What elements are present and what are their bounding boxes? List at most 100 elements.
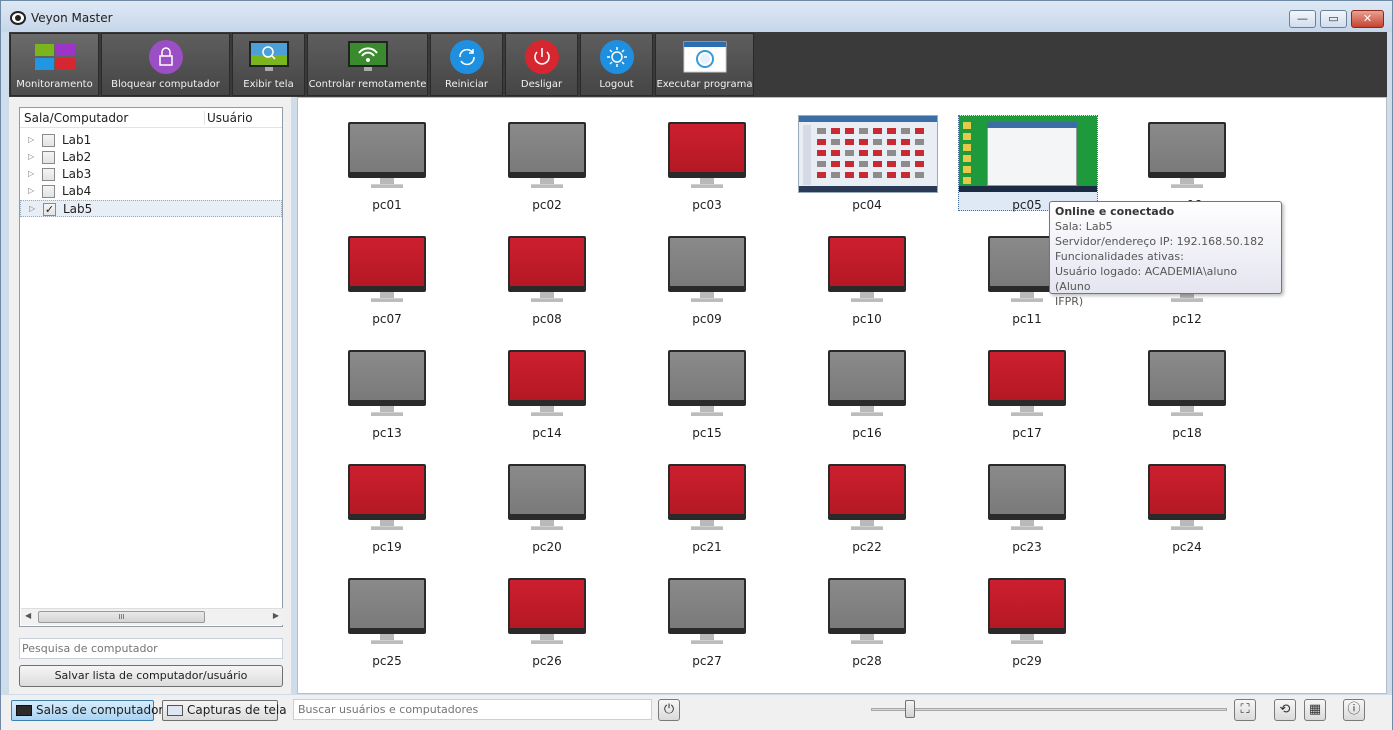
computer-name-label: pc28	[778, 654, 956, 668]
run-program-button[interactable]: Executar programa	[655, 33, 754, 96]
power-on-filter-icon[interactable]: ⏻	[658, 699, 680, 721]
monitor-base	[1011, 412, 1043, 416]
scroll-right-icon[interactable]: ▶	[273, 611, 279, 620]
toolbar-label: Desligar	[506, 79, 577, 90]
computer-tile-pc25[interactable]: pc25	[298, 554, 476, 668]
computer-tile-pc27[interactable]: pc27	[618, 554, 796, 668]
computer-tooltip: Online e conectado Sala: Lab5 Servidor/e…	[1049, 201, 1282, 294]
logout-button[interactable]: Logout	[580, 33, 653, 96]
demo-screen-icon	[248, 40, 290, 74]
title-bar: Veyon Master — ▭ ✕	[1, 1, 1392, 32]
room-checkbox[interactable]	[42, 151, 55, 164]
computer-tile-pc24[interactable]: pc24	[1098, 440, 1276, 554]
monitor-screen	[990, 580, 1064, 628]
monitor-screen	[510, 352, 584, 400]
room-label: Lab2	[62, 150, 91, 164]
scroll-left-icon[interactable]: ◀	[25, 611, 31, 620]
computer-tile-pc15[interactable]: pc15	[618, 326, 796, 440]
computer-tile-pc04[interactable]: pc04	[778, 98, 956, 212]
camera-icon	[167, 705, 183, 716]
offline-monitor-icon	[1148, 122, 1226, 178]
computer-name-label: pc19	[298, 540, 476, 554]
computer-tile-pc28[interactable]: pc28	[778, 554, 956, 668]
computer-tile-pc10[interactable]: pc10	[778, 212, 956, 326]
computer-tile-pc26[interactable]: pc26	[458, 554, 636, 668]
expand-arrow-icon[interactable]: ▷	[28, 135, 34, 144]
monitoring-icon	[33, 42, 77, 72]
computer-tile-pc22[interactable]: pc22	[778, 440, 956, 554]
computer-tile-pc01[interactable]: pc01	[298, 98, 476, 212]
expand-arrow-icon[interactable]: ▷	[29, 204, 35, 213]
computer-tile-pc18[interactable]: pc18	[1098, 326, 1276, 440]
zoom-slider[interactable]	[871, 708, 1227, 711]
user-computer-search-input[interactable]	[293, 699, 652, 720]
about-icon[interactable]: ⓘ	[1343, 699, 1365, 721]
grid-layout-icon[interactable]: ▦	[1304, 699, 1326, 721]
offline-monitor-icon	[828, 578, 906, 634]
expand-arrow-icon[interactable]: ▷	[28, 152, 34, 161]
computer-tile-pc02[interactable]: pc02	[458, 98, 636, 212]
computer-tile-pc14[interactable]: pc14	[458, 326, 636, 440]
computer-tile-pc23[interactable]: pc23	[938, 440, 1116, 554]
column-user-header[interactable]: Usuário	[204, 111, 253, 125]
lock-computer-button[interactable]: Bloquear computador	[101, 33, 230, 96]
expand-arrow-icon[interactable]: ▷	[28, 186, 34, 195]
demo-button[interactable]: Exibir tela	[232, 33, 305, 96]
power-off-button[interactable]: Desligar	[505, 33, 578, 96]
locked-monitor-icon	[508, 578, 586, 634]
expand-arrow-icon[interactable]: ▷	[28, 169, 34, 178]
computer-name-label: pc11	[938, 312, 1116, 326]
status-bar: Salas de computador Capturas de tela ⏻ ⛶…	[1, 695, 1392, 730]
minimize-button[interactable]: —	[1289, 10, 1316, 28]
room-checkbox[interactable]: ✓	[43, 203, 56, 216]
column-room-header[interactable]: Sala/Computador	[24, 111, 128, 125]
room-checkbox[interactable]	[42, 168, 55, 181]
auto-adjust-icon[interactable]: ⟲	[1274, 699, 1296, 721]
tree-item-lab5[interactable]: ▷ ✓ Lab5	[20, 200, 282, 217]
monitor-base	[851, 526, 883, 530]
computer-name-label: pc20	[458, 540, 636, 554]
locked-monitor-icon	[508, 236, 586, 292]
tree-item-lab4[interactable]: ▷ Lab4	[20, 183, 282, 200]
tree-item-lab1[interactable]: ▷ Lab1	[20, 132, 282, 149]
tree-item-lab2[interactable]: ▷ Lab2	[20, 149, 282, 166]
room-checkbox[interactable]	[42, 134, 55, 147]
close-button[interactable]: ✕	[1351, 10, 1384, 28]
tooltip-line: IFPR)	[1055, 294, 1276, 309]
rooms-panel-toggle[interactable]: Salas de computador	[11, 700, 154, 721]
screenshots-panel-toggle[interactable]: Capturas de tela	[162, 700, 278, 721]
remote-control-button[interactable]: Controlar remotamente	[307, 33, 428, 96]
computer-tile-pc17[interactable]: pc17	[938, 326, 1116, 440]
tree-item-lab3[interactable]: ▷ Lab3	[20, 166, 282, 183]
computer-tile-pc21[interactable]: pc21	[618, 440, 796, 554]
zoom-slider-handle[interactable]	[905, 700, 915, 718]
scroll-thumb[interactable]: III	[38, 611, 205, 623]
computer-tile-pc19[interactable]: pc19	[298, 440, 476, 554]
tooltip-line: Usuário logado: ACADEMIA\aluno (Aluno	[1055, 264, 1276, 294]
computer-tile-pc06[interactable]: pc06	[1098, 98, 1276, 212]
computer-search-input[interactable]	[19, 638, 283, 659]
computer-tile-pc29[interactable]: pc29	[938, 554, 1116, 668]
monitor-base	[531, 412, 563, 416]
fit-view-icon[interactable]: ⛶	[1234, 699, 1256, 721]
computer-tile-pc05[interactable]: pc05	[938, 98, 1116, 212]
monitor-screen	[350, 124, 424, 172]
reboot-button[interactable]: Reiniciar	[430, 33, 503, 96]
computer-tile-pc16[interactable]: pc16	[778, 326, 956, 440]
computer-name-label: pc14	[458, 426, 636, 440]
toolbar-label: Logout	[581, 79, 652, 90]
monitoring-button[interactable]: Monitoramento	[10, 33, 99, 96]
computer-tile-pc03[interactable]: pc03	[618, 98, 796, 212]
computer-tile-pc08[interactable]: pc08	[458, 212, 636, 326]
computer-tile-pc07[interactable]: pc07	[298, 212, 476, 326]
maximize-button[interactable]: ▭	[1320, 10, 1347, 28]
locked-monitor-icon	[668, 122, 746, 178]
computer-tile-pc09[interactable]: pc09	[618, 212, 796, 326]
computer-tile-pc13[interactable]: pc13	[298, 326, 476, 440]
desktop-screenshot-image	[799, 116, 937, 192]
computer-tile-pc20[interactable]: pc20	[458, 440, 636, 554]
room-checkbox[interactable]	[42, 185, 55, 198]
horizontal-scrollbar[interactable]: ◀ III ▶	[21, 608, 283, 625]
computer-name-label: pc09	[618, 312, 796, 326]
save-list-button[interactable]: Salvar lista de computador/usuário	[19, 665, 283, 687]
